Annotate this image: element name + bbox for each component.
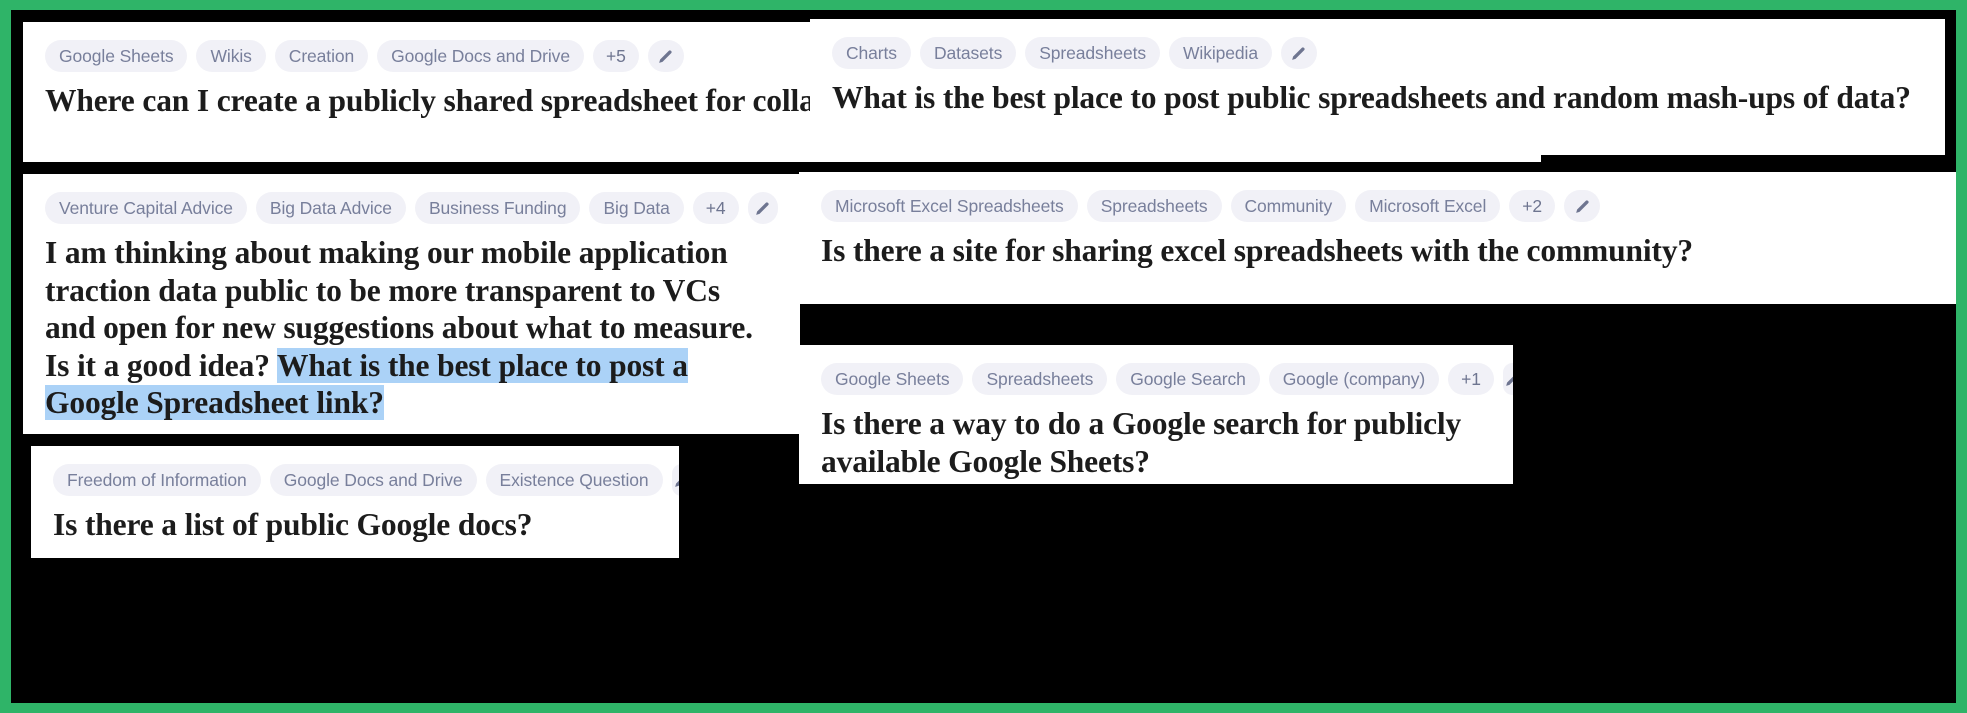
topic-tag[interactable]: Spreadsheets bbox=[1086, 190, 1222, 222]
tag-row: Freedom of Information Google Docs and D… bbox=[53, 463, 679, 497]
topic-tag[interactable]: Google Sheets bbox=[821, 363, 964, 395]
topic-tag[interactable]: Microsoft Excel bbox=[1355, 190, 1501, 222]
topic-tag[interactable]: Google Search bbox=[1116, 363, 1260, 395]
pencil-icon[interactable] bbox=[747, 192, 778, 224]
topic-tag[interactable]: Wikis bbox=[196, 40, 266, 72]
pencil-icon[interactable] bbox=[1564, 190, 1600, 222]
topic-tag[interactable]: Microsoft Excel Spreadsheets bbox=[821, 190, 1078, 222]
question-title: Is there a list of public Google docs? bbox=[53, 507, 533, 542]
question-card[interactable]: Charts Datasets Spreadsheets Wikipedia W… bbox=[810, 19, 1945, 155]
topic-tag[interactable]: Spreadsheets bbox=[1025, 37, 1161, 69]
topic-tag[interactable]: Big Data Advice bbox=[255, 192, 406, 224]
card-canvas: Google Sheets Wikis Creation Google Docs… bbox=[11, 10, 1956, 703]
tag-overflow-count[interactable]: +1 bbox=[1448, 363, 1494, 395]
topic-tag[interactable]: Big Data bbox=[589, 192, 684, 224]
question-card[interactable]: Google Sheets Spreadsheets Google Search… bbox=[799, 345, 1513, 484]
topic-tag[interactable]: Charts bbox=[832, 37, 911, 69]
topic-tag[interactable]: Creation bbox=[274, 40, 369, 72]
pencil-icon[interactable] bbox=[1502, 363, 1513, 395]
topic-tag[interactable]: Existence Question bbox=[485, 464, 663, 496]
topic-tag[interactable]: Google (company) bbox=[1268, 363, 1440, 395]
question-title: Is there a site for sharing excel spread… bbox=[821, 233, 1694, 268]
topic-tag[interactable]: Freedom of Information bbox=[53, 464, 261, 496]
pencil-icon[interactable] bbox=[1280, 37, 1317, 69]
question-card[interactable]: Venture Capital Advice Big Data Advice B… bbox=[23, 174, 800, 434]
topic-tag[interactable]: Spreadsheets bbox=[972, 363, 1108, 395]
question-title: Is there a way to do a Google search for… bbox=[821, 406, 1462, 479]
pencil-icon[interactable] bbox=[647, 40, 684, 72]
topic-tag[interactable]: Wikipedia bbox=[1169, 37, 1272, 69]
topic-tag[interactable]: Google Docs and Drive bbox=[269, 464, 477, 496]
topic-tag[interactable]: Google Docs and Drive bbox=[377, 40, 584, 72]
question-card[interactable]: Microsoft Excel Spreadsheets Spreadsheet… bbox=[799, 172, 1956, 304]
tag-row: Charts Datasets Spreadsheets Wikipedia bbox=[832, 36, 1923, 70]
pencil-icon[interactable] bbox=[671, 464, 679, 496]
tag-overflow-count[interactable]: +2 bbox=[1509, 190, 1555, 222]
topic-tag[interactable]: Community bbox=[1230, 190, 1347, 222]
topic-tag[interactable]: Google Sheets bbox=[45, 40, 188, 72]
topic-tag[interactable]: Business Funding bbox=[414, 192, 581, 224]
tag-row: Venture Capital Advice Big Data Advice B… bbox=[45, 191, 778, 225]
topic-tag[interactable]: Venture Capital Advice bbox=[45, 192, 247, 224]
topic-tag[interactable]: Datasets bbox=[919, 37, 1017, 69]
question-card[interactable]: Freedom of Information Google Docs and D… bbox=[31, 446, 679, 558]
tag-overflow-count[interactable]: +4 bbox=[692, 192, 739, 224]
tag-overflow-count[interactable]: +5 bbox=[592, 40, 639, 72]
question-title: I am thinking about making our mobile ap… bbox=[45, 234, 778, 422]
tag-row: Microsoft Excel Spreadsheets Spreadsheet… bbox=[821, 189, 1934, 223]
question-title: What is the best place to post public sp… bbox=[832, 80, 1911, 115]
green-frame: Google Sheets Wikis Creation Google Docs… bbox=[0, 0, 1967, 713]
tag-row: Google Sheets Spreadsheets Google Search… bbox=[821, 362, 1513, 396]
